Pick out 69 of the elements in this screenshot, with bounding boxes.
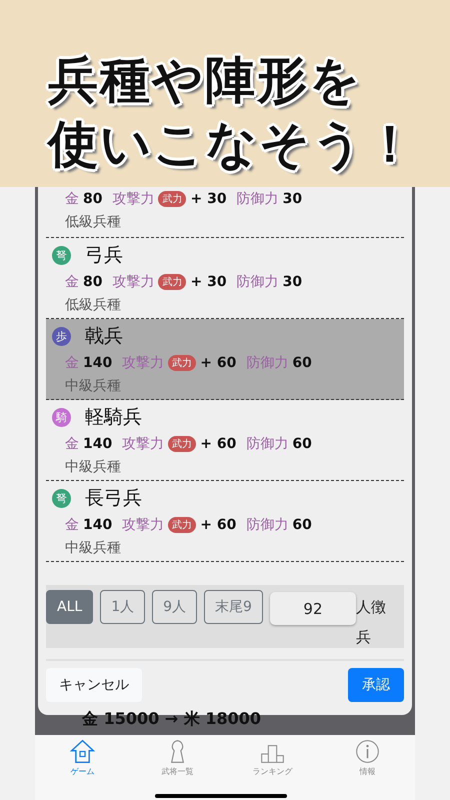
stat-label: 金 — [65, 516, 79, 534]
stat-value: 60 — [292, 517, 312, 533]
unit-name: 長弓兵 — [85, 486, 142, 511]
unit-row[interactable]: 騎 軽騎兵 金 140 攻撃力 武力 + 60 防御力 60 中級兵種 — [46, 400, 404, 481]
stat-value: 80 — [83, 191, 102, 207]
unit-grade: 低級兵種 — [64, 213, 122, 232]
stat-value: + 60 — [200, 517, 236, 533]
filter-button[interactable]: 9人 — [152, 590, 198, 624]
tab-item[interactable]: ゲーム — [48, 739, 118, 800]
banner-headline: 使いこなそう！ — [48, 114, 418, 175]
stat-label: 攻撃力 — [112, 190, 154, 208]
stat-tag: 武力 — [158, 191, 186, 207]
unit-grade: 中級兵種 — [64, 377, 122, 396]
unit-type-icon: 騎 — [52, 408, 71, 426]
unit-grade: 低級兵種 — [64, 296, 122, 315]
stat-value: 140 — [83, 436, 112, 452]
unit-grade: 中級兵種 — [64, 458, 122, 477]
stat-label: 防御力 — [246, 354, 288, 372]
stat-tag: 武力 — [168, 355, 196, 371]
stat-label: 金 — [65, 435, 79, 453]
count-suffix: 人徴兵 — [356, 597, 387, 648]
stat-value: 30 — [282, 191, 302, 207]
count-field[interactable]: 92 — [270, 592, 356, 625]
stat-tag: 武力 — [158, 274, 186, 290]
unit-type-icon: 弩 — [52, 246, 71, 264]
stat-value: 140 — [83, 355, 112, 371]
exchange-text: 金 15000 → 米 18000 — [82, 709, 262, 729]
stat-value: 60 — [292, 355, 312, 371]
stat-label: 攻撃力 — [122, 354, 164, 372]
unit-row[interactable]: 弩 長弓兵 金 140 攻撃力 武力 + 60 防御力 60 中級兵種 — [46, 481, 404, 562]
stat-tag: 武力 — [168, 436, 196, 452]
filter-button[interactable]: 1人 — [100, 590, 146, 624]
stat-value: 60 — [292, 436, 312, 452]
unit-type-icon: 弩 — [52, 488, 71, 508]
stat-label: 防御力 — [246, 435, 288, 453]
stat-label: 防御力 — [236, 273, 279, 291]
unit-name: 軽騎兵 — [85, 405, 142, 430]
stat-label: 金 — [65, 190, 79, 208]
tab-item[interactable]: 武将一覧 — [142, 739, 212, 800]
stat-value: + 60 — [200, 436, 236, 452]
unit-row[interactable]: 金 80 攻撃力 武力 + 30 防御力 30 低級兵種 — [46, 187, 404, 238]
stat-label: 金 — [65, 354, 79, 372]
stat-label: 攻撃力 — [122, 516, 164, 534]
stat-label: 金 — [65, 273, 79, 291]
home-icon — [70, 739, 95, 764]
unit-name: 戟兵 — [85, 324, 123, 349]
filter-button[interactable]: 末尾9 — [204, 590, 263, 624]
stat-value: 140 — [83, 517, 112, 533]
stat-value: + 60 — [200, 355, 236, 371]
stat-label: 攻撃力 — [122, 435, 164, 453]
cancel-button[interactable]: キャンセル — [46, 668, 142, 702]
unit-name: 弓兵 — [85, 243, 123, 268]
stat-value: + 30 — [190, 191, 227, 207]
stat-label: 防御力 — [236, 190, 279, 208]
stat-label: 防御力 — [246, 516, 288, 534]
tab-item[interactable]: ランキング — [238, 739, 308, 800]
tab-item[interactable]: 情報 — [332, 739, 402, 800]
unit-type-icon: 歩 — [52, 326, 71, 346]
stat-value: + 30 — [190, 274, 227, 290]
info-icon — [355, 739, 380, 764]
confirm-button[interactable]: 承認 — [348, 668, 404, 702]
stat-tag: 武力 — [168, 517, 196, 533]
unit-row[interactable]: 歩 戟兵 金 140 攻撃力 武力 + 60 防御力 60 中級兵種 — [46, 319, 404, 400]
unit-grade: 中級兵種 — [64, 539, 122, 558]
stat-label: 攻撃力 — [112, 273, 154, 291]
stat-value: 80 — [83, 274, 102, 290]
stat-value: 30 — [282, 274, 302, 290]
filter-button[interactable]: ALL — [46, 590, 94, 624]
banner-headline: 兵種や陣形を — [48, 50, 363, 111]
